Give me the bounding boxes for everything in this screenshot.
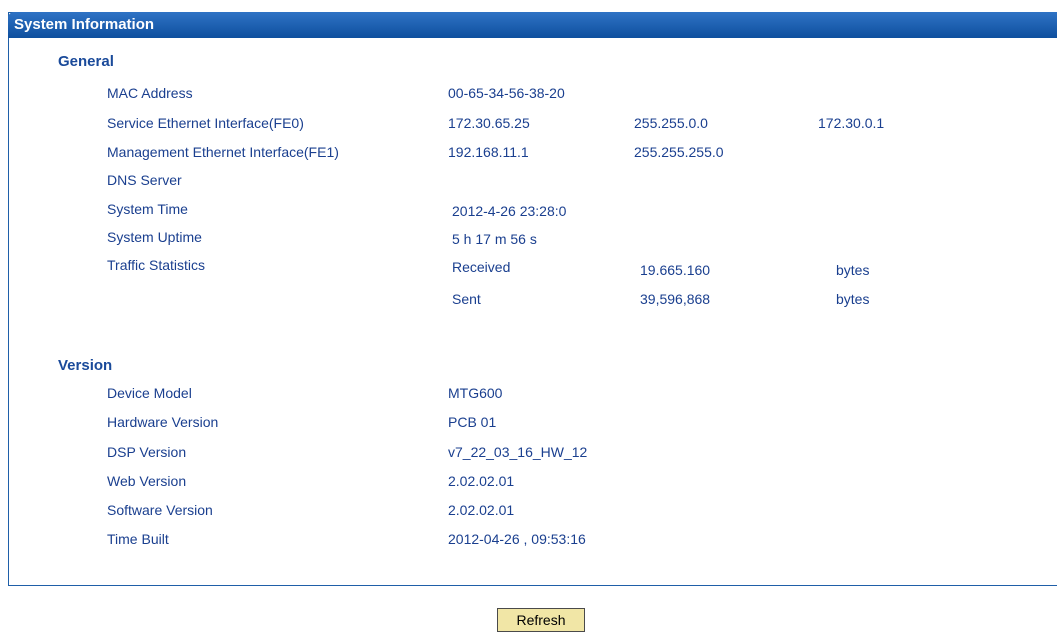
device-model-value: MTG600 — [448, 385, 503, 401]
fe0-gateway-value: 172.30.0.1 — [818, 115, 885, 131]
system-uptime-label: System Uptime — [107, 229, 202, 245]
panel-title: System Information — [8, 12, 1057, 38]
fe1-mask-value: 255.255.255.0 — [634, 144, 724, 160]
refresh-button[interactable]: Refresh — [497, 608, 585, 632]
device-model-label: Device Model — [107, 385, 192, 401]
web-version-label: Web Version — [107, 473, 187, 489]
mac-address-label: MAC Address — [107, 85, 193, 101]
sent-label: Sent — [452, 291, 481, 307]
mac-address-value: 00-65-34-56-38-20 — [448, 85, 565, 101]
sent-unit: bytes — [836, 291, 870, 307]
hardware-version-label: Hardware Version — [107, 414, 219, 430]
time-built-label: Time Built — [107, 531, 169, 547]
received-label: Received — [452, 259, 511, 275]
system-time-value: 2012-4-26 23:28:0 — [452, 203, 567, 219]
fe0-label: Service Ethernet Interface(FE0) — [107, 115, 304, 131]
system-time-label: System Time — [107, 201, 188, 217]
version-section-title: Version — [58, 357, 113, 374]
received-value: 19.665.160 — [640, 262, 711, 278]
fe0-mask-value: 255.255.0.0 — [634, 115, 708, 131]
fe1-ip-value: 192.168.11.1 — [448, 144, 529, 160]
sent-value: 39,596,868 — [640, 291, 711, 307]
dsp-version-value: v7_22_03_16_HW_12 — [448, 444, 588, 460]
general-section-title: General — [58, 53, 114, 70]
received-unit: bytes — [836, 262, 870, 278]
web-version-value: 2.02.02.01 — [448, 473, 515, 489]
fe1-label: Management Ethernet Interface(FE1) — [107, 144, 339, 160]
dsp-version-label: DSP Version — [107, 444, 187, 460]
system-uptime-value: 5 h 17 m 56 s — [452, 231, 537, 247]
dns-server-label: DNS Server — [107, 172, 182, 188]
software-version-label: Software Version — [107, 502, 213, 518]
time-built-value: 2012-04-26 , 09:53:16 — [448, 531, 586, 547]
fe0-ip-value: 172.30.65.25 — [448, 115, 530, 131]
software-version-value: 2.02.02.01 — [448, 502, 515, 518]
hardware-version-value: PCB 01 — [448, 414, 497, 430]
traffic-statistics-label: Traffic Statistics — [107, 257, 206, 273]
